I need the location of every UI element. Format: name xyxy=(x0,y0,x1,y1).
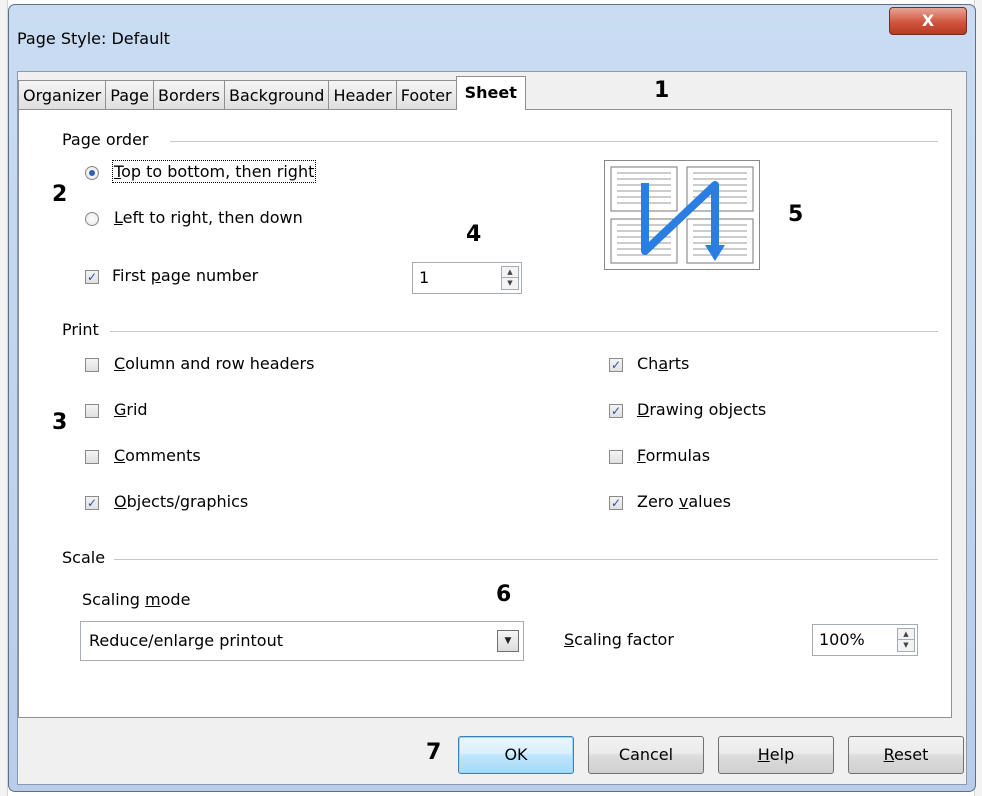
annotation-7: 7 xyxy=(426,740,442,765)
scaling-factor-value: 100% xyxy=(819,630,865,649)
checkbox-objects-graphics[interactable]: ✓ xyxy=(85,496,99,510)
page-order-preview-icon xyxy=(610,166,754,264)
spin-up-icon[interactable]: ▲ xyxy=(898,629,914,640)
checkbox-grid[interactable] xyxy=(85,404,99,418)
annotation-5: 5 xyxy=(788,202,804,227)
checkbox-drawing-objects[interactable]: ✓ xyxy=(609,404,623,418)
first-page-number-value: 1 xyxy=(419,268,430,287)
help-button[interactable]: Help xyxy=(718,736,834,774)
label-zero-values[interactable]: Zero values xyxy=(637,492,731,511)
scaling-mode-select[interactable]: Reduce/enlarge printout ▼ xyxy=(80,621,524,661)
title-bar[interactable]: Page Style: Default X xyxy=(9,5,975,71)
label-objects-graphics[interactable]: Objects/graphics xyxy=(114,492,248,511)
annotation-3: 3 xyxy=(52,410,68,435)
checkbox-comments[interactable] xyxy=(85,450,99,464)
label-left-to-right[interactable]: Left to right, then down xyxy=(114,208,303,227)
label-top-to-bottom[interactable]: Top to bottom, then right xyxy=(111,160,317,183)
label-drawing-objects[interactable]: Drawing objects xyxy=(637,400,766,419)
annotation-1: 1 xyxy=(654,78,670,103)
scale-heading: Scale xyxy=(62,548,106,567)
label-column-row-headers[interactable]: Column and row headers xyxy=(114,354,314,373)
spin-up-icon[interactable]: ▲ xyxy=(502,267,518,278)
scale-rule xyxy=(114,559,938,560)
background-spreadsheet-left xyxy=(0,0,8,796)
label-scaling-mode: Scaling mode xyxy=(82,590,191,609)
checkbox-charts[interactable]: ✓ xyxy=(609,358,623,372)
page-order-rule xyxy=(170,141,938,142)
label-charts[interactable]: Charts xyxy=(637,354,689,373)
scaling-factor-input[interactable]: 100% ▲ ▼ xyxy=(812,624,918,656)
cancel-button[interactable]: Cancel xyxy=(588,736,704,774)
annotation-4: 4 xyxy=(466,222,482,247)
label-comments[interactable]: Comments xyxy=(114,446,201,465)
tab-organizer[interactable]: Organizer xyxy=(18,80,107,110)
checkbox-first-page-number[interactable]: ✓ xyxy=(85,270,99,284)
spin-down-icon[interactable]: ▼ xyxy=(898,640,914,651)
label-scaling-factor: Scaling factor xyxy=(564,630,674,649)
first-page-number-input[interactable]: 1 ▲ ▼ xyxy=(412,262,522,294)
dialog-title: Page Style: Default xyxy=(17,29,170,48)
annotation-2: 2 xyxy=(52,182,68,207)
page-order-heading: Page order xyxy=(62,130,149,149)
print-rule xyxy=(110,331,938,332)
radio-left-to-right[interactable] xyxy=(85,212,99,226)
tab-footer[interactable]: Footer xyxy=(395,80,457,110)
scaling-factor-spinner[interactable]: ▲ ▼ xyxy=(897,628,915,652)
tab-sheet[interactable]: Sheet xyxy=(455,76,526,110)
ok-button[interactable]: OK xyxy=(458,736,574,774)
tab-borders[interactable]: Borders xyxy=(153,80,225,110)
scaling-mode-value: Reduce/enlarge printout xyxy=(89,631,283,650)
checkbox-formulas[interactable] xyxy=(609,450,623,464)
chevron-down-icon[interactable]: ▼ xyxy=(497,630,519,652)
page-order-preview xyxy=(604,160,760,270)
tab-bar: Organizer Page Borders Background Header… xyxy=(18,76,526,110)
close-button[interactable]: X xyxy=(889,7,967,35)
label-grid[interactable]: Grid xyxy=(114,400,148,419)
label-formulas[interactable]: Formulas xyxy=(637,446,710,465)
first-page-number-spinner[interactable]: ▲ ▼ xyxy=(501,266,519,290)
checkbox-column-row-headers[interactable] xyxy=(85,358,99,372)
tab-header[interactable]: Header xyxy=(328,80,397,110)
tab-page[interactable]: Page xyxy=(105,80,154,110)
annotation-6: 6 xyxy=(496,582,512,607)
checkbox-zero-values[interactable]: ✓ xyxy=(609,496,623,510)
label-first-page-number[interactable]: First page number xyxy=(112,266,258,285)
print-heading: Print xyxy=(62,320,99,339)
reset-button[interactable]: Reset xyxy=(848,736,964,774)
radio-top-to-bottom[interactable] xyxy=(85,166,99,180)
spin-down-icon[interactable]: ▼ xyxy=(502,278,518,289)
tab-background[interactable]: Background xyxy=(223,80,330,110)
